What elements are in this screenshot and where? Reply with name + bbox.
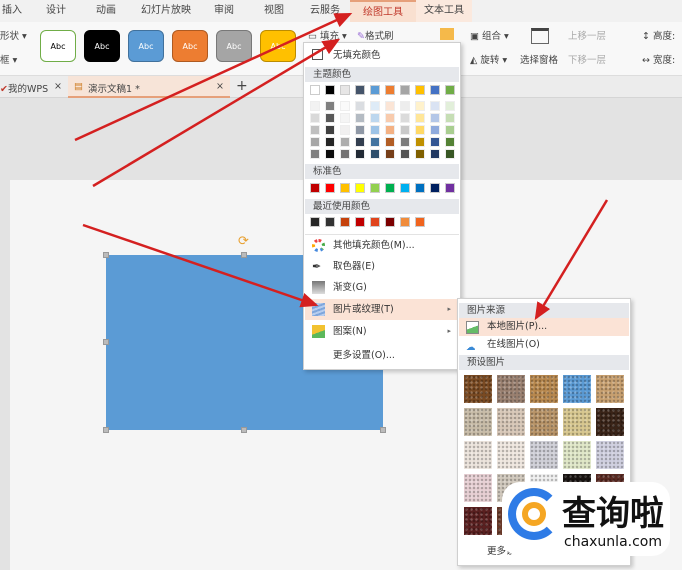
arrow-to-fill: [92, 38, 341, 188]
arrow-to-local-picture: [534, 199, 609, 321]
arrow-to-picture-texture: [82, 223, 319, 308]
annotation-arrows: [74, 12, 609, 321]
arrow-to-drawing-tools: [74, 12, 353, 142]
